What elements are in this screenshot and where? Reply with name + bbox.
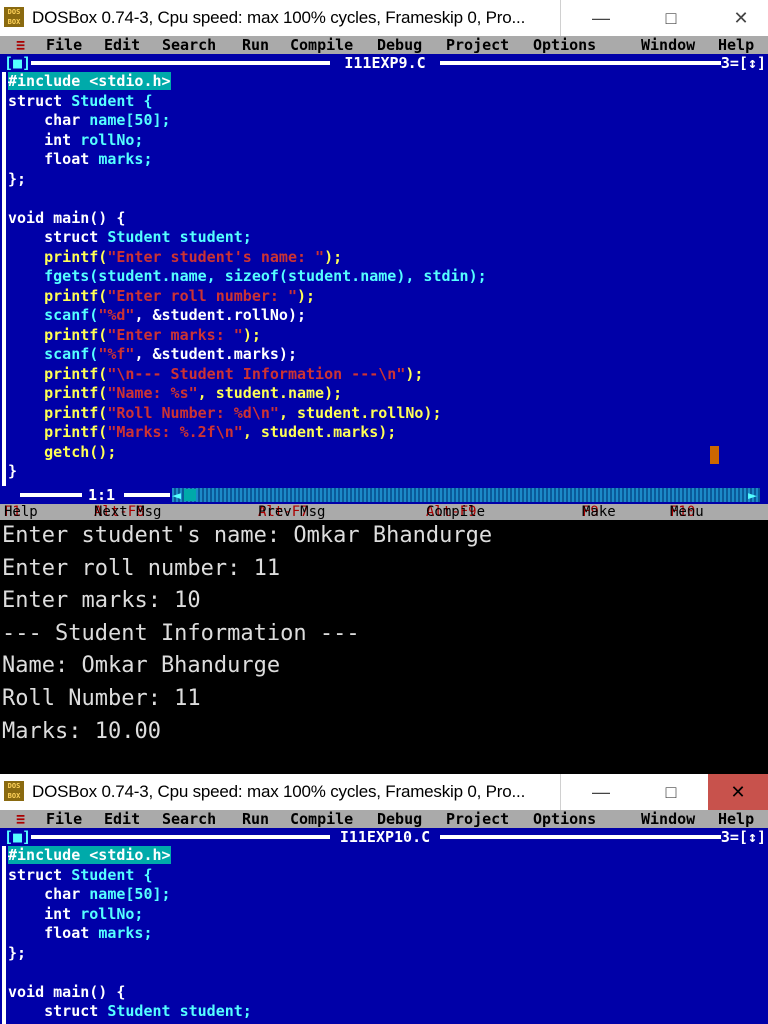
- code-line: float marks;: [8, 924, 153, 942]
- menu-compile[interactable]: Compile: [290, 36, 353, 54]
- menu-window[interactable]: Window: [641, 810, 695, 828]
- code-line: scanf("%d", &student.rollNo);: [8, 306, 307, 324]
- code-line: printf("Enter marks: ");: [8, 325, 261, 344]
- menu-help[interactable]: Help: [718, 36, 754, 54]
- code-line: printf("Roll Number: %d\n", student.roll…: [8, 403, 442, 422]
- editor-status-line: 1:1 ◄ ►: [0, 486, 768, 504]
- menu-run[interactable]: Run: [242, 810, 269, 828]
- editor-window[interactable]: [■] I11EXP9.C 3=[↕] #include <stdio.h> s…: [0, 54, 768, 488]
- close-box-icon[interactable]: [■]: [4, 828, 32, 846]
- menu-debug[interactable]: Debug: [377, 810, 422, 828]
- close-button[interactable]: ✕: [716, 0, 766, 36]
- menu-project[interactable]: Project: [446, 810, 509, 828]
- scroll-right-arrow-icon[interactable]: ►: [748, 486, 757, 504]
- code-line: struct Student student;: [8, 228, 252, 246]
- system-menu[interactable]: ≡: [16, 36, 25, 54]
- menu-project[interactable]: Project: [446, 36, 509, 54]
- minimize-button[interactable]: —: [576, 0, 626, 36]
- window-titlebar[interactable]: DOS BOX DOSBox 0.74-3, Cpu speed: max 10…: [0, 0, 768, 36]
- close-box-icon[interactable]: [■]: [4, 54, 32, 72]
- menu-edit[interactable]: Edit: [104, 810, 140, 828]
- editor-frame-top: [■] I11EXP9.C 3=[↕]: [0, 54, 768, 72]
- output-line: Enter marks: 10: [2, 588, 201, 614]
- menu-search[interactable]: Search: [162, 810, 216, 828]
- editor-frame-top: [■] I11EXP10.C 3=[↕]: [0, 828, 768, 846]
- code-line: };: [8, 169, 27, 188]
- code-line: int rollNo;: [8, 904, 144, 923]
- window-number-zoom-icon[interactable]: 3=[↕]: [720, 828, 766, 846]
- titlebar-divider: [560, 774, 561, 810]
- close-button[interactable]: ✕: [708, 774, 768, 810]
- code-line: #include <stdio.h>: [8, 846, 171, 864]
- code-line: struct Student {: [8, 91, 153, 110]
- editor-filename: I11EXP9.C: [330, 54, 440, 72]
- dosbox-icon: DOS BOX: [4, 7, 24, 27]
- scroll-left-arrow-icon[interactable]: ◄: [172, 486, 181, 504]
- maximize-button[interactable]: □: [646, 774, 696, 810]
- output-line: --- Student Information ---: [2, 620, 360, 646]
- window-title: DOSBox 0.74-3, Cpu speed: max 100% cycle…: [32, 8, 526, 27]
- program-output-console: Enter student's name: Omkar Bhandurge Ent…: [0, 520, 768, 778]
- editor-left-border: [2, 846, 6, 1024]
- window-title: DOSBox 0.74-3, Cpu speed: max 100% cycle…: [32, 782, 526, 801]
- code-line: char name[50];: [8, 111, 171, 129]
- frame-double-line: [124, 493, 170, 497]
- titlebar-divider: [560, 0, 561, 36]
- output-line: Roll Number: 11: [2, 685, 201, 711]
- code-line: char name[50];: [8, 885, 171, 903]
- menu-compile[interactable]: Compile: [290, 810, 353, 828]
- window-number-zoom-icon[interactable]: 3=[↕]: [720, 54, 766, 72]
- code-line: int rollNo;: [8, 130, 144, 149]
- scrollbar-thumb[interactable]: [184, 489, 196, 501]
- menu-file[interactable]: File: [46, 36, 82, 54]
- dosbox-icon: DOS BOX: [4, 781, 24, 801]
- output-line: Enter student's name: Omkar Bhandurge: [2, 523, 493, 548]
- code-line: printf("\n--- Student Information ---\n"…: [8, 364, 424, 383]
- code-line: float marks;: [8, 150, 153, 168]
- menu-debug[interactable]: Debug: [377, 36, 422, 54]
- code-line: getch();: [8, 442, 117, 461]
- code-line: };: [8, 943, 27, 962]
- code-line: printf("Marks: %.2f\n", student.marks);: [8, 423, 397, 441]
- code-line: scanf("%f", &student.marks);: [8, 345, 297, 363]
- code-line: struct Student {: [8, 865, 153, 884]
- menu-options[interactable]: Options: [533, 36, 596, 54]
- maximize-button[interactable]: □: [646, 0, 696, 36]
- menu-bar: ≡ File Edit Search Run Compile Debug Pro…: [0, 810, 768, 828]
- output-line: Enter roll number: 11: [2, 555, 281, 581]
- code-line: fgets(student.name, sizeof(student.name)…: [8, 267, 487, 285]
- editor-window[interactable]: [■] I11EXP10.C 3=[↕] #include <stdio.h> …: [0, 828, 768, 1024]
- code-line: printf("Enter student's name: ");: [8, 247, 343, 266]
- code-line: #include <stdio.h>: [8, 72, 171, 90]
- code-line: struct Student student;: [8, 1002, 252, 1020]
- menu-run[interactable]: Run: [242, 36, 269, 54]
- output-line: Marks: 10.00: [2, 718, 161, 744]
- code-line: }: [8, 462, 18, 480]
- text-cursor: [710, 446, 719, 464]
- horizontal-scrollbar[interactable]: [172, 488, 760, 502]
- code-area[interactable]: #include <stdio.h> struct Student { char…: [8, 846, 252, 1022]
- minimize-button[interactable]: —: [576, 774, 626, 810]
- cursor-position: 1:1: [84, 486, 120, 504]
- editor-left-border: [2, 72, 6, 488]
- code-line: void main() {: [8, 208, 126, 227]
- menu-search[interactable]: Search: [162, 36, 216, 54]
- window-titlebar[interactable]: DOS BOX DOSBox 0.74-3, Cpu speed: max 10…: [0, 774, 768, 810]
- menu-options[interactable]: Options: [533, 810, 596, 828]
- menu-help[interactable]: Help: [718, 810, 754, 828]
- menu-window[interactable]: Window: [641, 36, 695, 54]
- code-line: void main() {: [8, 982, 126, 1001]
- menu-file[interactable]: File: [46, 810, 82, 828]
- editor-filename: I11EXP10.C: [330, 828, 440, 846]
- system-menu[interactable]: ≡: [16, 810, 25, 828]
- menu-edit[interactable]: Edit: [104, 36, 140, 54]
- code-line: printf("Enter roll number: ");: [8, 286, 316, 305]
- code-area[interactable]: #include <stdio.h> struct Student { char…: [8, 72, 487, 482]
- output-line: Name: Omkar Bhandurge: [2, 653, 281, 679]
- menu-bar: ≡ File Edit Search Run Compile Debug Pro…: [0, 36, 768, 54]
- code-line: printf("Name: %s", student.name);: [8, 384, 343, 402]
- function-key-bar: F1 Help Alt-F8 Next Msg Alt-F7 Prev Msg …: [0, 504, 768, 520]
- frame-double-line: [20, 493, 82, 497]
